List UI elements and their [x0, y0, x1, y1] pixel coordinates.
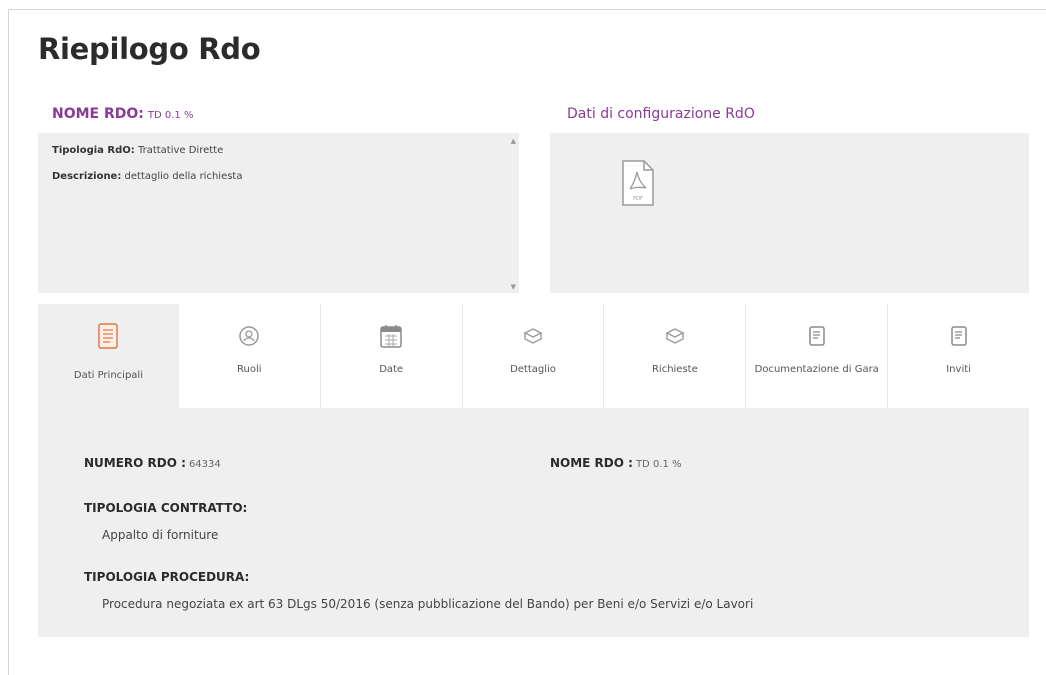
scroll-down-arrow-icon[interactable]: ▼ — [511, 283, 516, 291]
tab-inviti[interactable]: Inviti — [888, 304, 1029, 408]
tabs-bar: Dati Principali Ruoli Date Dettaglio Ric… — [38, 304, 1029, 408]
tab-label: Documentazione di Gara — [754, 364, 879, 375]
tab-documentazione-di-gara[interactable]: Documentazione di Gara — [746, 304, 889, 408]
config-card: Dati di configurazione RdO PDF — [550, 95, 1029, 293]
tab-dati-principali[interactable]: Dati Principali — [38, 304, 179, 408]
tab-label: Inviti — [946, 364, 971, 375]
document-icon — [947, 322, 971, 350]
rdo-name-label: NOME RDO: — [52, 106, 144, 122]
checklist-icon — [96, 322, 120, 350]
config-card-header: Dati di configurazione RdO — [550, 95, 1029, 133]
frame-top-border — [8, 9, 1046, 10]
tab-label: Dettaglio — [510, 364, 556, 375]
tab-label: Richieste — [651, 364, 698, 375]
tipologia-value: Trattative Dirette — [137, 145, 224, 156]
pdf-file-icon[interactable]: PDF — [620, 159, 656, 207]
info-row-tipologia: Tipologia RdO: Trattative Dirette — [52, 145, 505, 156]
numero-rdo-value: 64334 — [188, 459, 221, 470]
info-row-descrizione: Descrizione: dettaglio della richiesta — [52, 171, 505, 182]
rdo-info-scroll-area[interactable]: Tipologia RdO: Trattative Dirette Descri… — [38, 133, 519, 293]
tipologia-contratto-value: Appalto di forniture — [102, 528, 219, 542]
tab-dettaglio[interactable]: Dettaglio — [463, 304, 605, 408]
user-badge-icon — [237, 322, 261, 350]
descrizione-label: Descrizione: — [52, 171, 122, 182]
pdf-icon-caption: PDF — [633, 196, 643, 202]
tipologia-procedura-value: Procedura negoziata ex art 63 DLgs 50/20… — [102, 597, 754, 611]
rdo-card-header: NOME RDO: TD 0.1 % — [38, 95, 519, 133]
rdo-name-value: TD 0.1 % — [147, 110, 194, 121]
box-icon — [521, 322, 545, 350]
nome-rdo-label: NOME RDO : TD 0.1 % — [550, 456, 682, 470]
tab-label: Dati Principali — [73, 370, 143, 381]
scrollbar[interactable]: ▲ ▼ — [506, 133, 519, 293]
document-icon — [805, 322, 829, 350]
tab-label: Date — [379, 364, 404, 375]
tab-date[interactable]: Date — [321, 304, 463, 408]
tab-richieste[interactable]: Richieste — [604, 304, 747, 408]
tab-ruoli[interactable]: Ruoli — [179, 304, 321, 408]
rdo-summary-card: NOME RDO: TD 0.1 % Tipologia RdO: Trattat… — [38, 95, 519, 293]
numero-rdo-label: NUMERO RDO :64334 — [84, 456, 221, 470]
tipologia-label: Tipologia RdO: — [52, 145, 135, 156]
page-title: Riepilogo Rdo — [38, 32, 261, 66]
tipologia-contratto-label: TIPOLOGIA CONTRATTO: — [84, 501, 248, 515]
box-icon — [663, 322, 687, 350]
tipologia-procedura-label: TIPOLOGIA PROCEDURA: — [84, 570, 250, 584]
details-panel: NUMERO RDO :64334 NOME RDO : TD 0.1 % TIP… — [38, 408, 1029, 637]
calendar-icon — [379, 322, 403, 350]
scroll-up-arrow-icon[interactable]: ▲ — [511, 137, 516, 145]
frame-left-border — [8, 9, 9, 675]
nome-rdo-value: TD 0.1 % — [635, 459, 682, 470]
descrizione-value: dettaglio della richiesta — [124, 171, 243, 182]
tab-label: Ruoli — [237, 364, 262, 375]
